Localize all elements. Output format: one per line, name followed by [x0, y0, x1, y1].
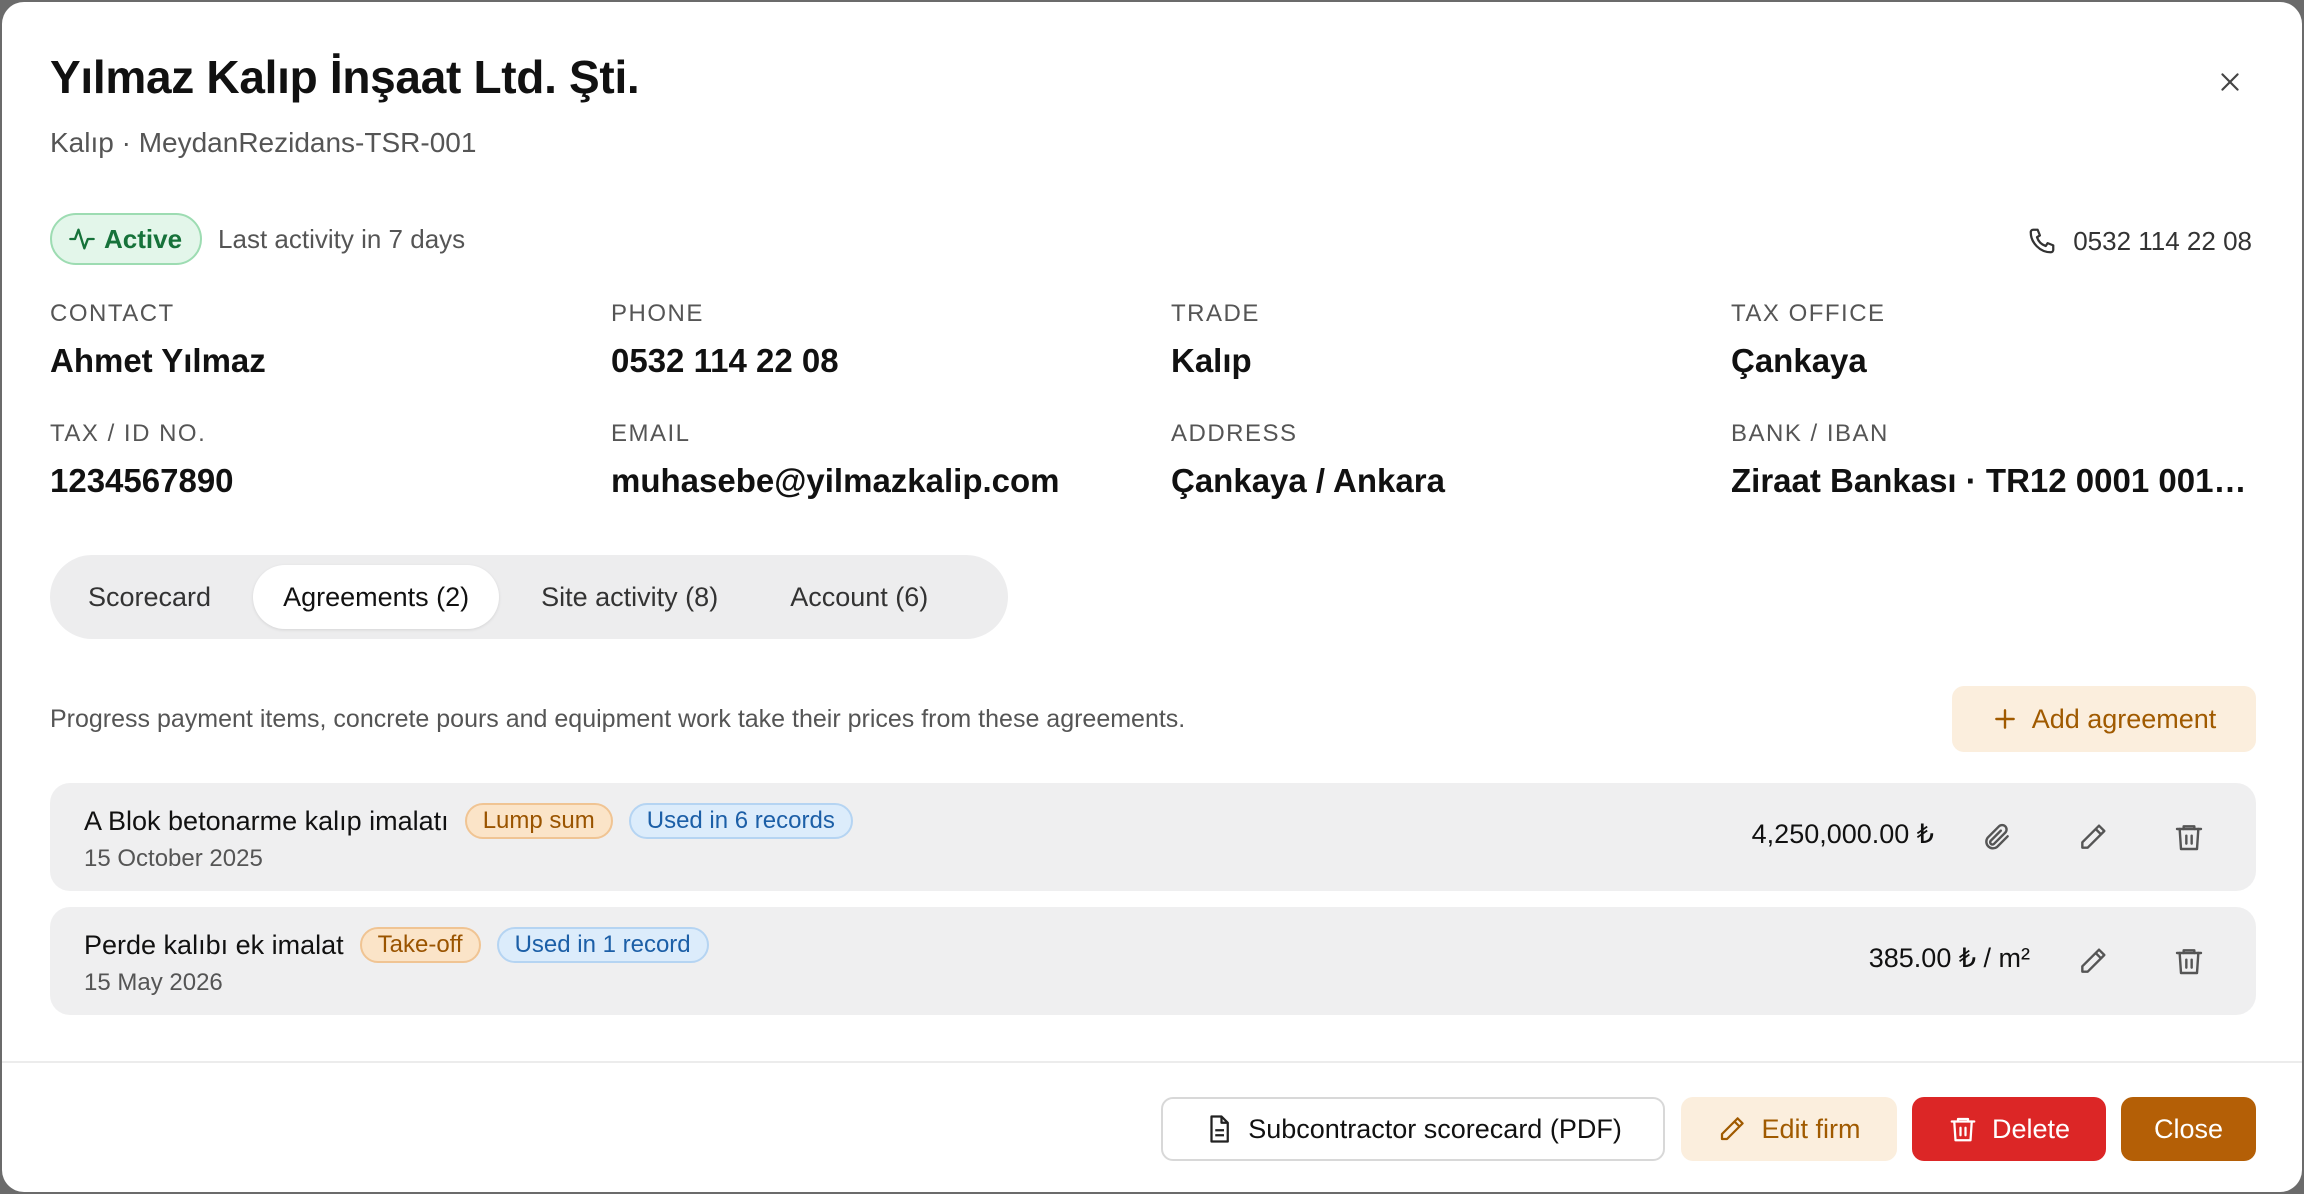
- email-value: muhasebe@yilmazkalip.com: [611, 462, 1060, 499]
- add-agreement-button[interactable]: Add agreement: [1952, 686, 2256, 752]
- tab-scorecard[interactable]: Scorecard: [58, 565, 241, 629]
- delete-firm-button[interactable]: Delete: [1912, 1097, 2106, 1161]
- agreement-name: Perde kalıbı ek imalat: [84, 929, 344, 960]
- agreement-value: 4,250,000.00 ₺: [1751, 819, 1934, 849]
- plus-icon: [1994, 709, 2015, 729]
- agreements-description: Progress payment items, concrete pours a…: [50, 705, 1186, 733]
- agreement-usage-tag: Used in 6 records: [628, 803, 853, 839]
- edit-firm-button[interactable]: Edit firm: [1681, 1097, 1897, 1161]
- close-button[interactable]: Close: [2121, 1097, 2256, 1161]
- agreement-usage-tag: Used in 1 record: [496, 927, 709, 963]
- edit-agreement-button[interactable]: [2069, 813, 2117, 861]
- tax-office-label: TAX OFFICE: [1731, 300, 1886, 327]
- footer-divider: [2, 1061, 2302, 1063]
- add-agreement-label: Add agreement: [2031, 703, 2217, 734]
- phone-link-text: 0532 114 22 08: [2073, 225, 2252, 256]
- bank-value: Ziraat Bankası · TR12 0001 0012 ...: [1731, 462, 2256, 499]
- trash-icon: [2175, 949, 2203, 975]
- close-modal-button[interactable]: [2208, 60, 2252, 104]
- tax-id-value: 1234567890: [50, 462, 234, 499]
- status-row: Active Last activity in 7 days: [50, 213, 465, 265]
- address-field: ADDRESS Çankaya / Ankara: [1171, 420, 1711, 500]
- agreement-name: A Blok betonarme kalıp imalatı: [84, 805, 449, 836]
- phone-icon: [2029, 228, 2055, 254]
- delete-agreement-button[interactable]: [2165, 937, 2213, 985]
- trade-label: TRADE: [1171, 300, 1260, 327]
- pencil-icon: [2081, 948, 2106, 973]
- close-icon: [2221, 73, 2239, 91]
- trash-icon: [2175, 825, 2203, 851]
- pencil-icon: [2081, 824, 2106, 849]
- edit-agreement-button[interactable]: [2069, 937, 2117, 985]
- firm-detail-modal: Yılmaz Kalıp İnşaat Ltd. Şti. Kalıp · Me…: [2, 2, 2302, 1192]
- trade-field: TRADE Kalıp: [1171, 300, 1711, 380]
- edit-firm-label: Edit firm: [1761, 1113, 1861, 1144]
- address-label: ADDRESS: [1171, 420, 1298, 447]
- scorecard-pdf-label: Subcontractor scorecard (PDF): [1248, 1113, 1622, 1144]
- agreement-type-tag: Take-off: [359, 927, 481, 963]
- paperclip-icon: [1985, 823, 2009, 850]
- tax-office-field: TAX OFFICE Çankaya: [1731, 300, 2256, 380]
- email-field: EMAIL muhasebe@yilmazkalip.com: [611, 420, 1151, 500]
- tax-id-field: TAX / ID NO. 1234567890: [50, 420, 590, 500]
- agreement-row[interactable]: Perde kalıbı ek imalat Take-off Used in …: [50, 907, 2256, 1015]
- firm-subtitle: Kalıp · MeydanRezidans-TSR-001: [50, 127, 477, 158]
- phone-link[interactable]: 0532 114 22 08: [2027, 221, 2252, 261]
- status-badge-label: Active: [104, 223, 183, 254]
- activity-icon: [69, 228, 95, 250]
- phone-label: PHONE: [611, 300, 704, 327]
- trade-value: Kalıp: [1171, 342, 1252, 379]
- phone-field: PHONE 0532 114 22 08: [611, 300, 1151, 380]
- close-button-label: Close: [2153, 1113, 2224, 1144]
- email-label: EMAIL: [611, 420, 691, 447]
- firm-title: Yılmaz Kalıp İnşaat Ltd. Şti.: [50, 51, 640, 103]
- status-badge: Active: [50, 213, 203, 265]
- address-value: Çankaya / Ankara: [1171, 462, 1445, 499]
- delete-agreement-button[interactable]: [2165, 813, 2213, 861]
- tab-account[interactable]: Account (6): [760, 565, 958, 629]
- last-activity-text: Last activity in 7 days: [218, 223, 466, 254]
- bank-field: BANK / IBAN Ziraat Bankası · TR12 0001 0…: [1731, 420, 2256, 500]
- pencil-icon: [1721, 1117, 1745, 1141]
- trash-icon: [1950, 1117, 1976, 1142]
- agreement-row[interactable]: A Blok betonarme kalıp imalatı Lump sum …: [50, 783, 2256, 891]
- bank-label: BANK / IBAN: [1731, 420, 1889, 447]
- delete-firm-label: Delete: [1991, 1113, 2071, 1144]
- agreement-value: 385.00 ₺ / m²: [1868, 943, 2030, 973]
- document-icon: [1210, 1115, 1230, 1143]
- phone-value: 0532 114 22 08: [611, 342, 839, 379]
- scorecard-pdf-button[interactable]: Subcontractor scorecard (PDF): [1161, 1097, 1665, 1161]
- tab-agreements[interactable]: Agreements (2): [253, 565, 500, 629]
- tab-site-activity[interactable]: Site activity (8): [511, 565, 748, 629]
- agreement-date: 15 May 2026: [84, 969, 223, 996]
- attachment-button[interactable]: [1973, 813, 2021, 861]
- contact-field: CONTACT Ahmet Yılmaz: [50, 300, 590, 380]
- tab-bar: Scorecard Agreements (2) Site activity (…: [50, 555, 1008, 639]
- contact-label: CONTACT: [50, 300, 175, 327]
- contact-value: Ahmet Yılmaz: [50, 342, 266, 379]
- tax-id-label: TAX / ID NO.: [50, 420, 207, 447]
- tax-office-value: Çankaya: [1731, 342, 1867, 379]
- agreement-date: 15 October 2025: [84, 845, 263, 872]
- agreement-type-tag: Lump sum: [464, 803, 613, 839]
